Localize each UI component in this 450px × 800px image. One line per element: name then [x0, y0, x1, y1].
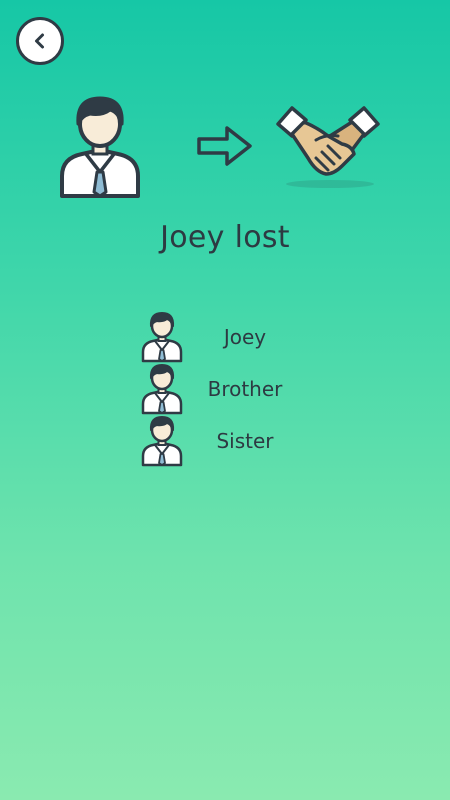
person-icon: [141, 416, 183, 467]
handshake-icon: [276, 106, 380, 188]
player-name: Sister: [216, 429, 274, 453]
list-item: Sister: [0, 415, 450, 467]
player-name: Brother: [207, 377, 283, 401]
result-title: Joey lost: [160, 220, 290, 255]
person-icon: [60, 96, 140, 198]
player-name: Joey: [223, 325, 267, 349]
hero-illustration: [0, 90, 450, 200]
list-item: Joey: [0, 311, 450, 363]
list-item: Brother: [0, 363, 450, 415]
back-button[interactable]: [16, 17, 64, 65]
person-icon: [141, 364, 183, 415]
person-icon: [141, 312, 183, 363]
chevron-left-icon: [35, 33, 44, 49]
arrow-right-icon: [197, 126, 252, 166]
